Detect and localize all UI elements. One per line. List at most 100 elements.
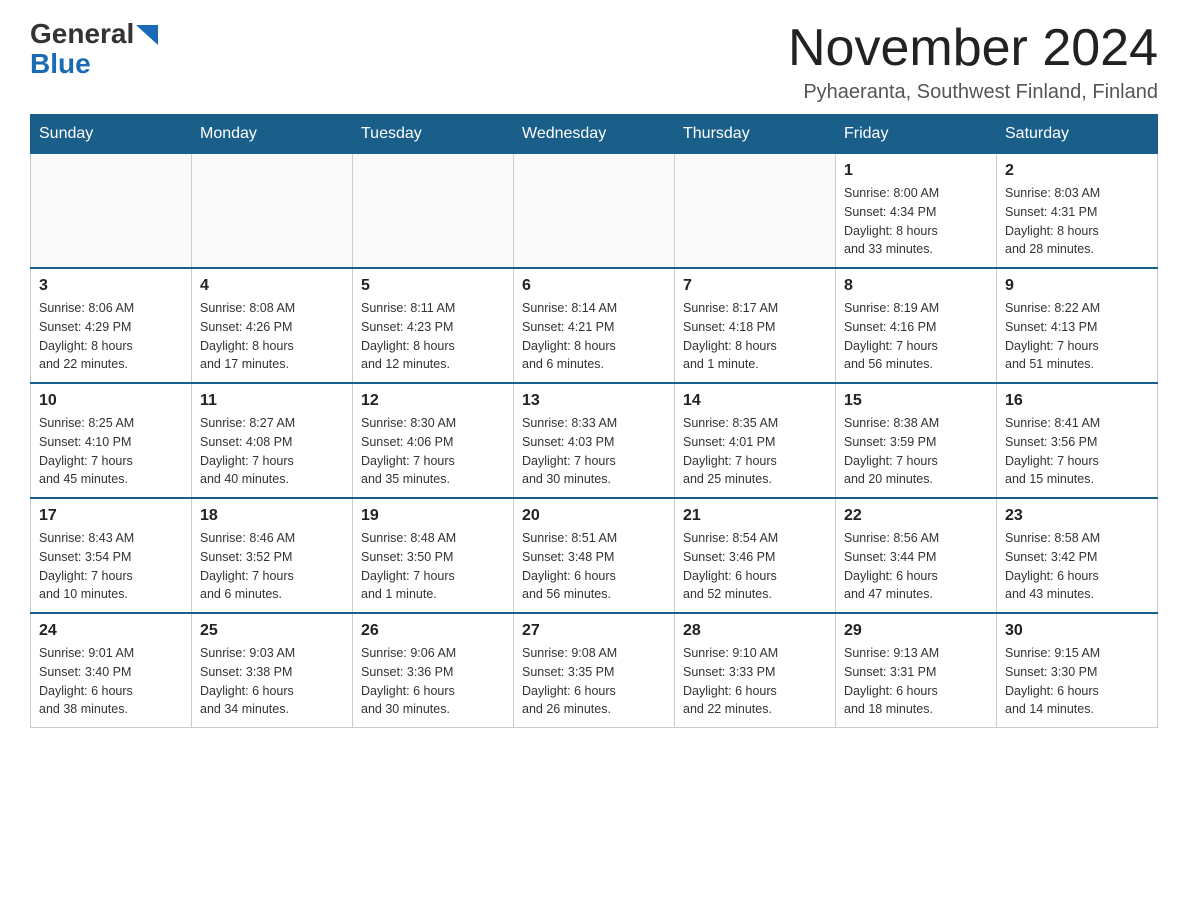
calendar-day-header: Friday <box>836 115 997 154</box>
day-info: Sunrise: 8:46 AM Sunset: 3:52 PM Dayligh… <box>200 529 344 604</box>
day-info: Sunrise: 8:48 AM Sunset: 3:50 PM Dayligh… <box>361 529 505 604</box>
day-info: Sunrise: 8:41 AM Sunset: 3:56 PM Dayligh… <box>1005 414 1149 489</box>
month-title: November 2024 <box>788 20 1158 77</box>
day-number: 3 <box>39 277 183 295</box>
calendar-day-cell: 21 Sunrise: 8:54 AM Sunset: 3:46 PM Dayli… <box>675 498 836 613</box>
day-info: Sunrise: 8:35 AM Sunset: 4:01 PM Dayligh… <box>683 414 827 489</box>
day-info: Sunrise: 8:14 AM Sunset: 4:21 PM Dayligh… <box>522 299 666 374</box>
calendar-day-cell: 3 Sunrise: 8:06 AM Sunset: 4:29 PM Daylig… <box>31 268 192 383</box>
calendar-day-cell: 5 Sunrise: 8:11 AM Sunset: 4:23 PM Daylig… <box>353 268 514 383</box>
day-info: Sunrise: 8:58 AM Sunset: 3:42 PM Dayligh… <box>1005 529 1149 604</box>
day-number: 19 <box>361 507 505 525</box>
calendar-day-header: Sunday <box>31 115 192 154</box>
calendar-week-row: 10Sunrise: 8:25 AM Sunset: 4:10 PM Dayli… <box>31 383 1158 498</box>
day-info: Sunrise: 8:25 AM Sunset: 4:10 PM Dayligh… <box>39 414 183 489</box>
calendar-week-row: 24 Sunrise: 9:01 AM Sunset: 3:40 PM Dayli… <box>31 613 1158 728</box>
day-info: Sunrise: 8:17 AM Sunset: 4:18 PM Dayligh… <box>683 299 827 374</box>
calendar-day-header: Tuesday <box>353 115 514 154</box>
calendar-day-cell: 29 Sunrise: 9:13 AM Sunset: 3:31 PM Dayli… <box>836 613 997 728</box>
day-info: Sunrise: 8:30 AM Sunset: 4:06 PM Dayligh… <box>361 414 505 489</box>
logo-blue: Blue <box>30 48 91 79</box>
day-number: 15 <box>844 392 988 410</box>
day-info: Sunrise: 9:01 AM Sunset: 3:40 PM Dayligh… <box>39 644 183 719</box>
calendar-day-cell: 18 Sunrise: 8:46 AM Sunset: 3:52 PM Dayli… <box>192 498 353 613</box>
day-number: 18 <box>200 507 344 525</box>
calendar-day-header: Wednesday <box>514 115 675 154</box>
logo-general: General <box>30 20 134 48</box>
day-info: Sunrise: 8:19 AM Sunset: 4:16 PM Dayligh… <box>844 299 988 374</box>
calendar-week-row: 1 Sunrise: 8:00 AM Sunset: 4:34 PM Daylig… <box>31 154 1158 269</box>
day-number: 7 <box>683 277 827 295</box>
day-number: 5 <box>361 277 505 295</box>
day-info: Sunrise: 8:06 AM Sunset: 4:29 PM Dayligh… <box>39 299 183 374</box>
day-number: 2 <box>1005 162 1149 180</box>
calendar-day-cell: 12 Sunrise: 8:30 AM Sunset: 4:06 PM Dayli… <box>353 383 514 498</box>
day-number: 21 <box>683 507 827 525</box>
day-number: 4 <box>200 277 344 295</box>
calendar-day-header: Thursday <box>675 115 836 154</box>
calendar-header-row: SundayMondayTuesdayWednesdayThursdayFrid… <box>31 115 1158 154</box>
day-number: 9 <box>1005 277 1149 295</box>
day-info: Sunrise: 8:38 AM Sunset: 3:59 PM Dayligh… <box>844 414 988 489</box>
calendar-day-cell: 26 Sunrise: 9:06 AM Sunset: 3:36 PM Dayli… <box>353 613 514 728</box>
day-info: Sunrise: 8:00 AM Sunset: 4:34 PM Dayligh… <box>844 184 988 259</box>
calendar-day-cell: 1 Sunrise: 8:00 AM Sunset: 4:34 PM Daylig… <box>836 154 997 269</box>
day-number: 22 <box>844 507 988 525</box>
calendar-day-cell <box>192 154 353 269</box>
day-number: 6 <box>522 277 666 295</box>
calendar-day-cell: 20 Sunrise: 8:51 AM Sunset: 3:48 PM Dayli… <box>514 498 675 613</box>
day-number: 11 <box>200 392 344 410</box>
calendar-day-cell <box>353 154 514 269</box>
day-info: Sunrise: 8:22 AM Sunset: 4:13 PM Dayligh… <box>1005 299 1149 374</box>
logo: General Blue <box>30 20 158 80</box>
day-info: Sunrise: 8:43 AM Sunset: 3:54 PM Dayligh… <box>39 529 183 604</box>
day-number: 17 <box>39 507 183 525</box>
calendar-day-cell: 9 Sunrise: 8:22 AM Sunset: 4:13 PM Daylig… <box>997 268 1158 383</box>
calendar-day-cell: 15 Sunrise: 8:38 AM Sunset: 3:59 PM Dayli… <box>836 383 997 498</box>
day-info: Sunrise: 9:13 AM Sunset: 3:31 PM Dayligh… <box>844 644 988 719</box>
location-title: Pyhaeranta, Southwest Finland, Finland <box>788 81 1158 104</box>
calendar-day-header: Saturday <box>997 115 1158 154</box>
calendar-day-cell: 13Sunrise: 8:33 AM Sunset: 4:03 PM Dayli… <box>514 383 675 498</box>
logo-triangle-icon <box>136 25 158 45</box>
calendar-day-cell: 11 Sunrise: 8:27 AM Sunset: 4:08 PM Dayli… <box>192 383 353 498</box>
calendar-day-header: Monday <box>192 115 353 154</box>
calendar-table: SundayMondayTuesdayWednesdayThursdayFrid… <box>30 114 1158 728</box>
day-number: 29 <box>844 622 988 640</box>
day-info: Sunrise: 8:11 AM Sunset: 4:23 PM Dayligh… <box>361 299 505 374</box>
calendar-week-row: 17 Sunrise: 8:43 AM Sunset: 3:54 PM Dayli… <box>31 498 1158 613</box>
day-number: 25 <box>200 622 344 640</box>
calendar-day-cell: 22Sunrise: 8:56 AM Sunset: 3:44 PM Dayli… <box>836 498 997 613</box>
calendar-day-cell: 16 Sunrise: 8:41 AM Sunset: 3:56 PM Dayli… <box>997 383 1158 498</box>
calendar-day-cell <box>675 154 836 269</box>
calendar-day-cell: 23 Sunrise: 8:58 AM Sunset: 3:42 PM Dayli… <box>997 498 1158 613</box>
calendar-day-cell: 8 Sunrise: 8:19 AM Sunset: 4:16 PM Daylig… <box>836 268 997 383</box>
day-info: Sunrise: 8:27 AM Sunset: 4:08 PM Dayligh… <box>200 414 344 489</box>
day-info: Sunrise: 9:06 AM Sunset: 3:36 PM Dayligh… <box>361 644 505 719</box>
day-number: 8 <box>844 277 988 295</box>
day-info: Sunrise: 8:08 AM Sunset: 4:26 PM Dayligh… <box>200 299 344 374</box>
calendar-week-row: 3 Sunrise: 8:06 AM Sunset: 4:29 PM Daylig… <box>31 268 1158 383</box>
day-number: 20 <box>522 507 666 525</box>
calendar-day-cell: 4 Sunrise: 8:08 AM Sunset: 4:26 PM Daylig… <box>192 268 353 383</box>
day-info: Sunrise: 9:10 AM Sunset: 3:33 PM Dayligh… <box>683 644 827 719</box>
day-info: Sunrise: 9:08 AM Sunset: 3:35 PM Dayligh… <box>522 644 666 719</box>
day-number: 27 <box>522 622 666 640</box>
day-number: 23 <box>1005 507 1149 525</box>
day-info: Sunrise: 8:51 AM Sunset: 3:48 PM Dayligh… <box>522 529 666 604</box>
calendar-day-cell: 10Sunrise: 8:25 AM Sunset: 4:10 PM Dayli… <box>31 383 192 498</box>
day-number: 16 <box>1005 392 1149 410</box>
day-number: 28 <box>683 622 827 640</box>
day-number: 24 <box>39 622 183 640</box>
calendar-day-cell: 6 Sunrise: 8:14 AM Sunset: 4:21 PM Daylig… <box>514 268 675 383</box>
day-number: 1 <box>844 162 988 180</box>
calendar-day-cell: 25Sunrise: 9:03 AM Sunset: 3:38 PM Dayli… <box>192 613 353 728</box>
calendar-day-cell: 27 Sunrise: 9:08 AM Sunset: 3:35 PM Dayli… <box>514 613 675 728</box>
day-number: 12 <box>361 392 505 410</box>
page-header: General Blue November 2024 Pyhaeranta, S… <box>30 20 1158 104</box>
day-number: 26 <box>361 622 505 640</box>
calendar-day-cell <box>31 154 192 269</box>
calendar-day-cell: 14Sunrise: 8:35 AM Sunset: 4:01 PM Dayli… <box>675 383 836 498</box>
day-info: Sunrise: 8:54 AM Sunset: 3:46 PM Dayligh… <box>683 529 827 604</box>
calendar-day-cell: 28 Sunrise: 9:10 AM Sunset: 3:33 PM Dayli… <box>675 613 836 728</box>
